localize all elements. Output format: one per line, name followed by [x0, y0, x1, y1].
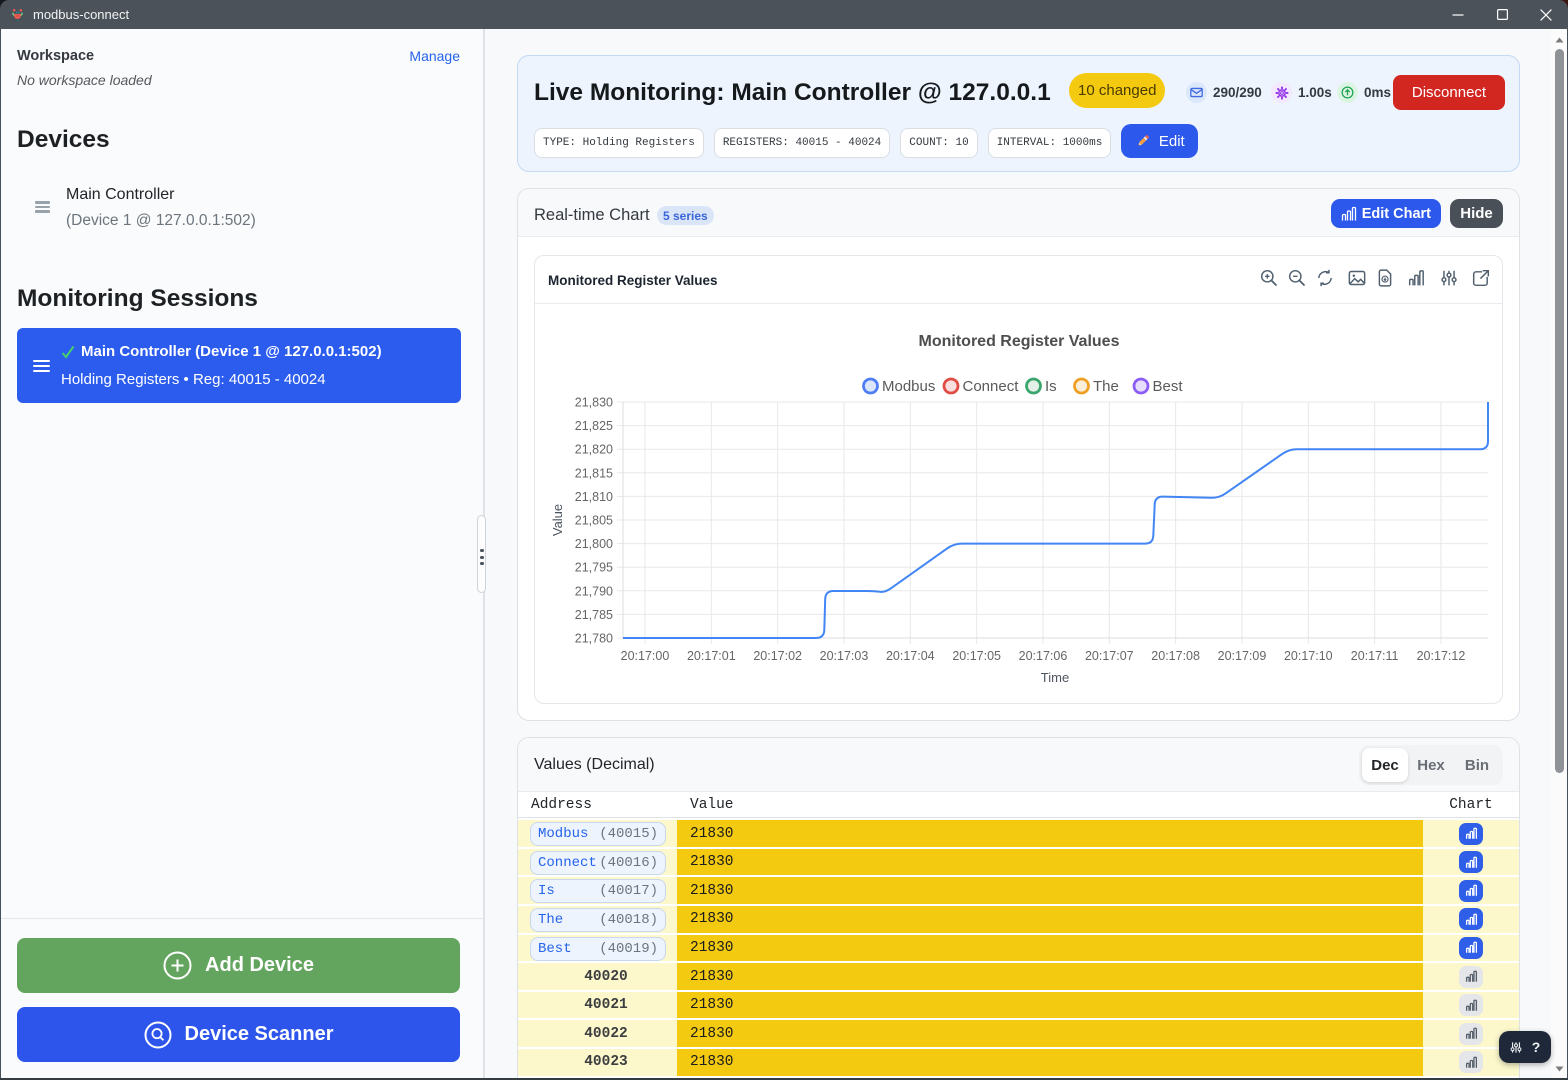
svg-text:21,785: 21,785: [575, 608, 613, 622]
svg-text:Time: Time: [1041, 670, 1069, 685]
svg-text:20:17:10: 20:17:10: [1284, 649, 1333, 663]
svg-text:20:17:00: 20:17:00: [621, 649, 670, 663]
svg-text:21,810: 21,810: [575, 490, 613, 504]
svg-text:Value: Value: [550, 504, 565, 536]
svg-text:21,800: 21,800: [575, 537, 613, 551]
svg-text:21,805: 21,805: [575, 514, 613, 528]
svg-text:Is: Is: [1045, 378, 1057, 395]
svg-text:20:17:04: 20:17:04: [886, 649, 935, 663]
svg-text:The: The: [1093, 378, 1119, 395]
svg-text:20:17:01: 20:17:01: [687, 649, 736, 663]
svg-text:20:17:11: 20:17:11: [1351, 649, 1399, 663]
svg-text:20:17:02: 20:17:02: [753, 649, 802, 663]
svg-text:20:17:05: 20:17:05: [952, 649, 1001, 663]
svg-text:20:17:09: 20:17:09: [1218, 649, 1267, 663]
svg-text:20:17:06: 20:17:06: [1019, 649, 1068, 663]
svg-text:21,815: 21,815: [575, 466, 613, 480]
svg-text:Modbus: Modbus: [882, 378, 935, 395]
svg-text:Connect: Connect: [963, 378, 1020, 395]
svg-text:Monitored Register Values: Monitored Register Values: [919, 333, 1120, 350]
svg-text:21,790: 21,790: [575, 584, 613, 598]
svg-text:21,780: 21,780: [575, 632, 613, 646]
svg-text:21,830: 21,830: [575, 396, 613, 410]
svg-text:Best: Best: [1153, 378, 1184, 395]
svg-text:21,795: 21,795: [575, 561, 613, 575]
svg-text:20:17:08: 20:17:08: [1151, 649, 1200, 663]
svg-text:20:17:12: 20:17:12: [1417, 649, 1466, 663]
svg-text:21,820: 21,820: [575, 443, 613, 457]
svg-text:20:17:03: 20:17:03: [820, 649, 869, 663]
svg-text:21,825: 21,825: [575, 419, 613, 433]
svg-text:20:17:07: 20:17:07: [1085, 649, 1134, 663]
